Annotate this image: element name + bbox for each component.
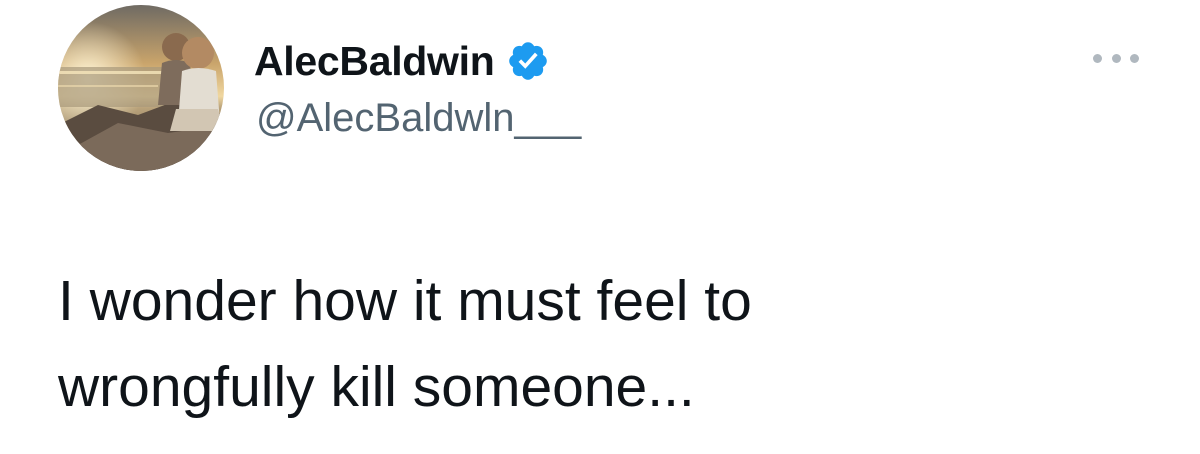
- avatar-photo: [58, 5, 224, 171]
- avatar[interactable]: [58, 5, 224, 171]
- author-handle[interactable]: @AlecBaldwln___: [256, 96, 581, 141]
- tweet-card[interactable]: AlecBaldwin @AlecBaldwln___ I wonder how…: [0, 0, 1200, 454]
- more-options-icon[interactable]: [1093, 46, 1139, 70]
- more-dot: [1093, 53, 1102, 63]
- tweet-text: I wonder how it must feel to wrongfully …: [58, 269, 752, 419]
- more-dot: [1111, 53, 1121, 63]
- more-dot: [1130, 53, 1139, 63]
- display-name[interactable]: AlecBaldwin: [254, 38, 495, 85]
- author-name-row: AlecBaldwin: [254, 36, 550, 86]
- verified-badge-icon: [506, 39, 550, 83]
